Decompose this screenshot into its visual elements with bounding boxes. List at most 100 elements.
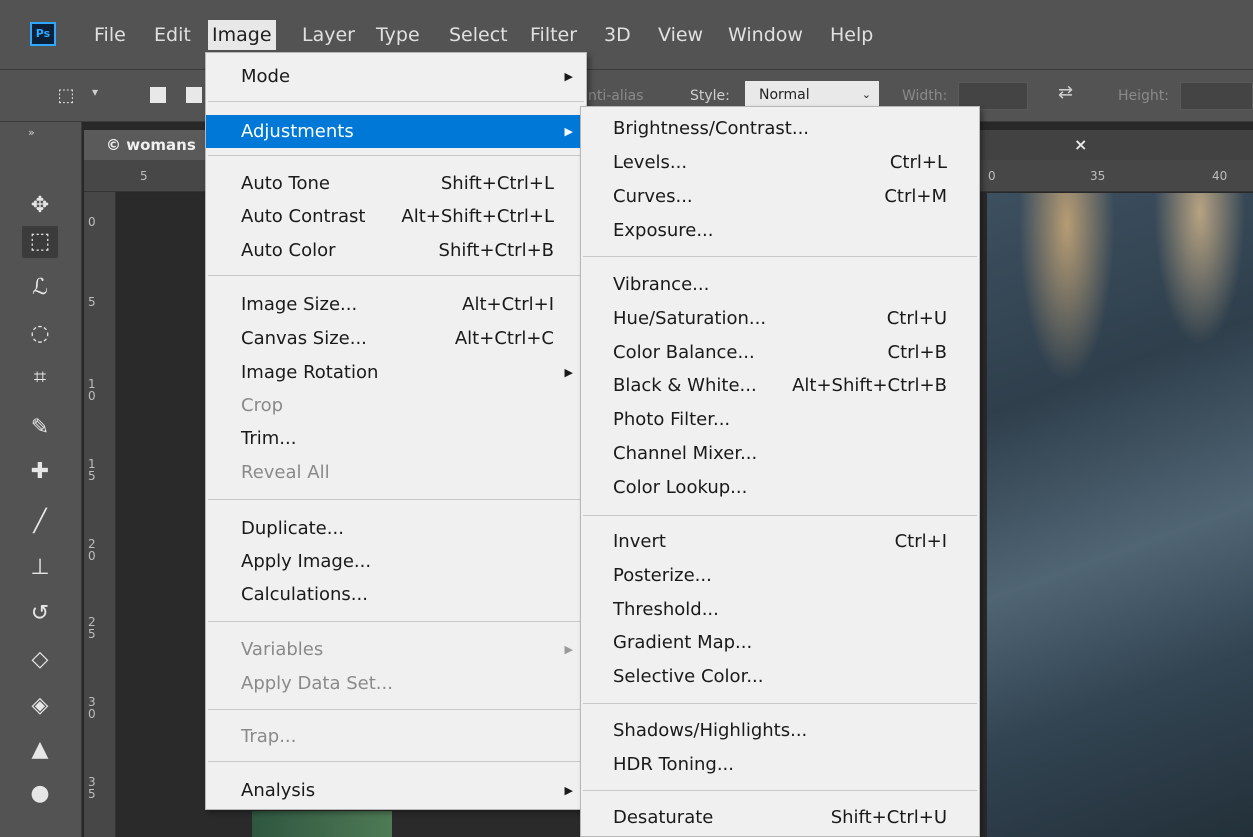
menu-item-label: Threshold... <box>613 599 719 620</box>
panel-collapse-icon[interactable]: » <box>28 126 35 139</box>
menu-item-analysis[interactable]: Analysis ▶ <box>206 774 586 807</box>
chevron-down-icon[interactable]: ▾ <box>92 85 98 99</box>
menu-image[interactable]: Image <box>208 20 276 50</box>
move-tool-icon[interactable]: ✥ <box>22 190 58 222</box>
menu-item-channel-mixer[interactable]: Channel Mixer... <box>581 437 979 470</box>
menu-item-label: Canvas Size... <box>241 328 367 349</box>
menu-item-auto-contrast[interactable]: Auto Contrast Alt+Shift+Ctrl+L <box>206 200 586 233</box>
lasso-tool-icon[interactable]: ℒ <box>22 272 58 304</box>
crop-tool-icon[interactable]: ⌗ <box>22 362 58 394</box>
menu-item-trim[interactable]: Trim... <box>206 422 586 455</box>
menu-item-apply-image[interactable]: Apply Image... <box>206 545 586 578</box>
menu-separator <box>208 155 584 156</box>
menu-item-shortcut: Shift+Ctrl+U <box>830 807 947 828</box>
menu-item-levels[interactable]: Levels... Ctrl+L <box>581 146 979 179</box>
menu-separator <box>208 499 584 500</box>
menu-item-exposure[interactable]: Exposure... <box>581 214 979 247</box>
menu-edit[interactable]: Edit <box>150 20 195 50</box>
style-select[interactable]: Normal ⌄ <box>745 81 879 109</box>
new-selection-icon[interactable] <box>150 87 166 103</box>
close-icon[interactable]: × <box>1074 130 1087 160</box>
menu-item-duplicate[interactable]: Duplicate... <box>206 512 586 545</box>
menu-item-curves[interactable]: Curves... Ctrl+M <box>581 180 979 213</box>
menu-item-auto-color[interactable]: Auto Color Shift+Ctrl+B <box>206 234 586 267</box>
menu-item-vibrance[interactable]: Vibrance... <box>581 268 979 301</box>
menu-item-crop[interactable]: Crop <box>206 389 586 422</box>
quick-selection-tool-icon[interactable]: ◌ <box>22 318 58 350</box>
ruler-tick-label: 35 <box>1090 169 1106 183</box>
history-brush-tool-icon[interactable]: ↺ <box>22 598 58 630</box>
menu-select[interactable]: Select <box>445 20 512 50</box>
menu-item-label: Calculations... <box>241 584 368 605</box>
ruler-tick-label: 0 <box>988 169 996 183</box>
menu-item-selective-color[interactable]: Selective Color... <box>581 660 979 693</box>
menu-item-label: Color Lookup... <box>613 477 748 498</box>
menu-item-color-balance[interactable]: Color Balance... Ctrl+B <box>581 336 979 369</box>
menu-item-image-size[interactable]: Image Size... Alt+Ctrl+I <box>206 288 586 321</box>
menu-window[interactable]: Window <box>724 20 807 50</box>
menu-item-trap[interactable]: Trap... <box>206 720 586 753</box>
sharpen-tool-icon[interactable]: ▲ <box>22 734 58 766</box>
menu-item-variables[interactable]: Variables ▶ <box>206 633 586 666</box>
ruler-tick-label: 3 5 <box>88 775 96 801</box>
menu-item-hue-saturation[interactable]: Hue/Saturation... Ctrl+U <box>581 302 979 335</box>
menu-help[interactable]: Help <box>826 20 877 50</box>
menu-item-label: Auto Color <box>241 240 336 261</box>
menu-item-posterize[interactable]: Posterize... <box>581 559 979 592</box>
menu-item-invert[interactable]: Invert Ctrl+I <box>581 525 979 558</box>
menu-item-black-white[interactable]: Black & White... Alt+Shift+Ctrl+B <box>581 369 979 402</box>
menu-layer[interactable]: Layer <box>298 20 359 50</box>
document-tab[interactable]: © womans <box>84 130 214 160</box>
menu-item-auto-tone[interactable]: Auto Tone Shift+Ctrl+L <box>206 167 586 200</box>
menu-item-shortcut: Ctrl+U <box>886 308 947 329</box>
menu-item-photo-filter[interactable]: Photo Filter... <box>581 403 979 436</box>
menu-item-apply-data-set[interactable]: Apply Data Set... <box>206 667 586 700</box>
menu-item-label: Black & White... <box>613 375 757 396</box>
paint-bucket-tool-icon[interactable]: ◈ <box>22 690 58 722</box>
add-selection-icon[interactable] <box>186 87 202 103</box>
menu-item-color-lookup[interactable]: Color Lookup... <box>581 471 979 504</box>
menu-item-shortcut: Alt+Ctrl+C <box>454 328 554 349</box>
brush-tool-icon[interactable]: ╱ <box>22 506 58 538</box>
menu-item-brightness-contrast[interactable]: Brightness/Contrast... <box>581 112 979 145</box>
menu-item-mode[interactable]: Mode ▶ <box>206 60 586 93</box>
menu-file[interactable]: File <box>90 20 130 50</box>
submenu-arrow-icon: ▶ <box>564 70 573 83</box>
menu-view[interactable]: View <box>654 20 707 50</box>
menu-3d[interactable]: 3D <box>600 20 635 50</box>
menu-item-image-rotation[interactable]: Image Rotation ▶ <box>206 356 586 389</box>
ruler-tick-label: 40 <box>1212 169 1228 183</box>
menu-item-shortcut: Alt+Ctrl+I <box>462 294 554 315</box>
menu-item-shadows-highlights[interactable]: Shadows/Highlights... <box>581 714 979 747</box>
menu-item-label: Gradient Map... <box>613 632 753 653</box>
menu-type[interactable]: Type <box>372 20 424 50</box>
menu-item-reveal-all[interactable]: Reveal All <box>206 456 586 489</box>
menu-item-hdr-toning[interactable]: HDR Toning... <box>581 748 979 781</box>
healing-brush-tool-icon[interactable]: ✚ <box>22 456 58 488</box>
marquee-preset-icon[interactable]: ⬚ <box>48 80 84 112</box>
menu-separator <box>208 761 584 762</box>
rectangular-marquee-tool-icon[interactable]: ⬚ <box>22 226 58 258</box>
document-image-edge <box>252 811 392 837</box>
dodge-tool-icon[interactable]: ● <box>22 778 58 810</box>
menu-item-gradient-map[interactable]: Gradient Map... <box>581 626 979 659</box>
document-image[interactable] <box>987 193 1253 837</box>
menu-item-calculations[interactable]: Calculations... <box>206 578 586 611</box>
ruler-tick-label: 1 5 <box>88 457 96 483</box>
swap-icon[interactable]: ⇄ <box>1058 82 1073 103</box>
eraser-tool-icon[interactable]: ◇ <box>22 644 58 676</box>
menu-item-canvas-size[interactable]: Canvas Size... Alt+Ctrl+C <box>206 322 586 355</box>
menu-item-threshold[interactable]: Threshold... <box>581 593 979 626</box>
menu-bar: Ps File Edit Image Layer Type Select Fil… <box>0 0 1253 70</box>
menu-filter[interactable]: Filter <box>526 20 581 50</box>
menu-item-adjustments[interactable]: Adjustments ▶ <box>206 115 586 148</box>
eyedropper-tool-icon[interactable]: ✎ <box>22 412 58 444</box>
menu-item-label: Reveal All <box>241 462 330 483</box>
height-field[interactable] <box>1180 82 1253 110</box>
menu-item-shortcut: Alt+Shift+Ctrl+L <box>401 206 554 227</box>
menu-item-desaturate[interactable]: Desaturate Shift+Ctrl+U <box>581 801 979 834</box>
menu-separator <box>583 703 977 704</box>
menu-item-shortcut: Ctrl+L <box>889 152 947 173</box>
clone-stamp-tool-icon[interactable]: ⊥ <box>22 552 58 584</box>
menu-item-label: Selective Color... <box>613 666 764 687</box>
